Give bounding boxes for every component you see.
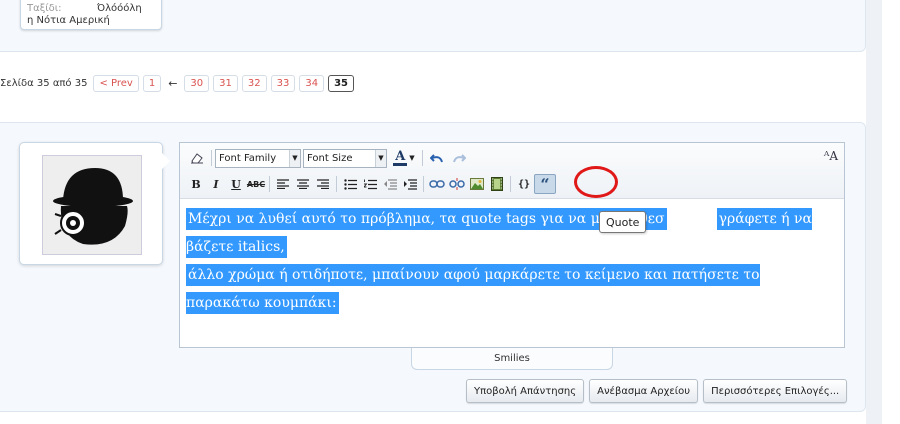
- undo-icon[interactable]: [426, 148, 448, 168]
- previous-post-userinfo: Ταξίδι: Όλόόόλη η Νότια Αμερική: [20, 0, 162, 30]
- page-link-33[interactable]: 33: [270, 75, 296, 92]
- editor-line-1: Μέχρι να λυθεί αυτό το πρόβλημα, τα quot…: [186, 205, 836, 261]
- quote-tooltip: Quote: [599, 211, 647, 233]
- bowler-hat-avatar-icon: [43, 156, 141, 254]
- page-link-31[interactable]: 31: [213, 75, 238, 92]
- editor-content[interactable]: Μέχρι να λυθεί αυτό το πρόβλημα, τα quot…: [186, 205, 836, 317]
- page-link-34[interactable]: 34: [299, 75, 325, 92]
- editor-toolbar: Font Family ▼ Font Size ▼ A ▼ ᴬA B I U A…: [180, 143, 844, 199]
- font-family-select[interactable]: Font Family ▼: [215, 148, 301, 168]
- page-link-32[interactable]: 32: [241, 75, 267, 92]
- travel-label: Ταξίδι:: [27, 3, 62, 14]
- toolbar-row-2: B I U ABC {} “: [186, 173, 556, 195]
- font-size-value: Font Size: [307, 152, 353, 164]
- selected-text: άλλο χρώμα ή οτιδήποτε, μπαίνουν αφού μα…: [186, 264, 760, 314]
- remove-link-icon[interactable]: [447, 174, 467, 194]
- quote-button[interactable]: “: [534, 174, 556, 194]
- bold-button[interactable]: B: [186, 174, 206, 194]
- page-count-label: Σελίδα 35 από 35: [0, 78, 88, 89]
- editor-line-2: άλλο χρώμα ή οτιδήποτε, μπαίνουν αφού μα…: [186, 261, 836, 317]
- align-center-icon[interactable]: [293, 174, 313, 194]
- chevron-down-icon: ▼: [409, 154, 415, 162]
- strikethrough-button[interactable]: ABC: [246, 174, 266, 194]
- toolbar-separator: [336, 176, 337, 192]
- text-color-icon: A: [395, 148, 406, 164]
- right-edge: [882, 0, 900, 424]
- pagination: Σελίδα 35 από 35 < Prev 1 ← 30 31 32 33 …: [0, 75, 355, 92]
- more-options-button[interactable]: Περισσότερες Επιλογές...: [703, 379, 848, 403]
- align-right-icon[interactable]: [313, 174, 333, 194]
- prev-page-link[interactable]: < Prev: [93, 75, 139, 92]
- avatar: [42, 155, 142, 255]
- bullet-list-icon[interactable]: [340, 174, 360, 194]
- font-family-value: Font Family: [219, 152, 277, 164]
- insert-video-icon[interactable]: [487, 174, 507, 194]
- italic-button[interactable]: I: [206, 174, 226, 194]
- quote-icon: “: [540, 174, 550, 194]
- toggle-editor-mode-icon[interactable]: ᴬA: [824, 149, 838, 163]
- toolbar-separator: [422, 150, 423, 166]
- reply-actions: Υποβολή Απάντησης Ανέβασμα Αρχείου Περισ…: [466, 379, 848, 403]
- selected-text: Μέχρι να λυθεί αυτό το πρόβλημα, τα quot…: [186, 208, 667, 230]
- page-current: 35: [328, 75, 355, 92]
- user-avatar-card: [19, 142, 170, 265]
- right-gutter: [866, 0, 882, 424]
- insert-image-icon[interactable]: [467, 174, 487, 194]
- outdent-icon[interactable]: [380, 174, 400, 194]
- submit-reply-button[interactable]: Υποβολή Απάντησης: [466, 379, 585, 403]
- indent-icon[interactable]: [400, 174, 420, 194]
- code-brackets-icon[interactable]: {}: [514, 174, 534, 194]
- travel-value: Όλόόόλη: [97, 3, 142, 14]
- left-arrow-icon: ←: [168, 77, 178, 90]
- underline-button[interactable]: U: [226, 174, 246, 194]
- page-link-30[interactable]: 30: [184, 75, 210, 92]
- page-link-first[interactable]: 1: [142, 75, 162, 92]
- numbered-list-icon[interactable]: [360, 174, 380, 194]
- smilies-toggle[interactable]: Smilies: [411, 348, 613, 370]
- toolbar-separator: [510, 176, 511, 192]
- align-left-icon[interactable]: [273, 174, 293, 194]
- travel-value-line2: η Νότια Αμερική: [27, 15, 110, 26]
- rich-text-editor: Font Family ▼ Font Size ▼ A ▼ ᴬA B I U A…: [179, 142, 845, 348]
- redo-icon[interactable]: [448, 148, 470, 168]
- insert-link-icon[interactable]: [427, 174, 447, 194]
- toolbar-separator: [423, 176, 424, 192]
- font-size-select[interactable]: Font Size ▼: [303, 148, 387, 168]
- chevron-down-icon: ▼: [375, 149, 386, 167]
- toolbar-separator: [269, 176, 270, 192]
- toolbar-row-1: Font Family ▼ Font Size ▼ A ▼: [186, 147, 470, 169]
- remove-format-eraser-icon[interactable]: [186, 148, 208, 168]
- upload-file-button[interactable]: Ανέβασμα Αρχείου: [589, 379, 699, 403]
- chevron-down-icon: ▼: [289, 149, 300, 167]
- toolbar-separator: [211, 150, 212, 166]
- text-color-button[interactable]: A ▼: [389, 148, 419, 168]
